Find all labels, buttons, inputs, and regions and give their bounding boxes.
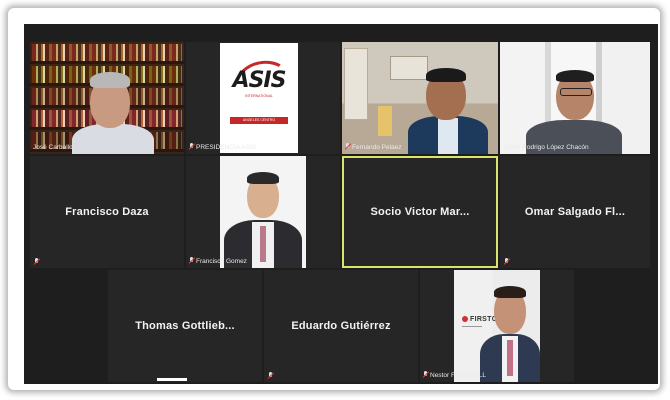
screen-edge-artifact bbox=[157, 378, 187, 381]
participant-tile-thomas-gottlieb[interactable]: Thomas Gottlieb... bbox=[108, 270, 262, 382]
participant-tile-francisco-gomez[interactable]: Francisco Gomez bbox=[186, 156, 340, 268]
participant-name: Socio Victor Mar... bbox=[370, 206, 470, 218]
participant-tile-socio-victor[interactable]: Socio Victor Mar... bbox=[342, 156, 498, 268]
participant-name: Omar Salgado Fl... bbox=[524, 206, 626, 218]
participant-tile-omar-salgado[interactable]: Omar Salgado Fl... bbox=[500, 156, 650, 268]
participant-tile-fernando-pelaez[interactable]: Fernando Pelaez bbox=[342, 42, 498, 154]
participant-name-label: Francisco Gomez bbox=[189, 257, 250, 266]
mic-muted-icon bbox=[268, 372, 273, 379]
participant-name: Francisco Daza bbox=[65, 206, 149, 218]
participant-tile-presidencia-asis[interactable]: ASIS INTERNATIONAL ANGELES CENTRO METROP… bbox=[186, 42, 340, 154]
participant-name-label: PRESIDENCIA ASIS bbox=[189, 143, 259, 152]
mic-muted-icon bbox=[504, 258, 509, 265]
participant-name-label: José Carballo bbox=[33, 144, 73, 151]
participant-name-label: Fernando Pelaez bbox=[345, 143, 405, 152]
portrait-photo bbox=[220, 156, 306, 268]
mic-muted-icon bbox=[189, 143, 194, 150]
meeting-gallery-view: José Carballo ASIS INTERNATIONAL ANGELES… bbox=[24, 24, 658, 384]
asis-logo: ASIS INTERNATIONAL ANGELES CENTRO METROP… bbox=[220, 43, 298, 153]
mic-muted-icon bbox=[34, 258, 39, 265]
mic-muted-icon bbox=[423, 371, 428, 378]
participant-name: Thomas Gottlieb... bbox=[135, 320, 235, 332]
participant-tile-javier-rodrigo-lopez-chacon[interactable]: Javier Rodrigo López Chacón bbox=[500, 42, 650, 154]
participant-tile-nestor[interactable]: FIRSTCALL Nestor FIRSTCALL bbox=[420, 270, 574, 382]
participant-name-label: Nestor FIRSTCALL bbox=[423, 371, 489, 380]
participant-tile-francisco-daza[interactable]: Francisco Daza bbox=[30, 156, 184, 268]
participant-tile-jose-carballo[interactable]: José Carballo bbox=[30, 42, 184, 154]
participant-name: Eduardo Gutiérrez bbox=[291, 320, 391, 332]
mic-muted-icon bbox=[345, 143, 350, 150]
participant-name-label: Javier Rodrigo López Chacón bbox=[503, 144, 589, 151]
portrait-photo: FIRSTCALL bbox=[454, 270, 540, 382]
mic-muted-icon bbox=[189, 257, 194, 264]
participant-tile-eduardo-gutierrez[interactable]: Eduardo Gutiérrez bbox=[264, 270, 418, 382]
